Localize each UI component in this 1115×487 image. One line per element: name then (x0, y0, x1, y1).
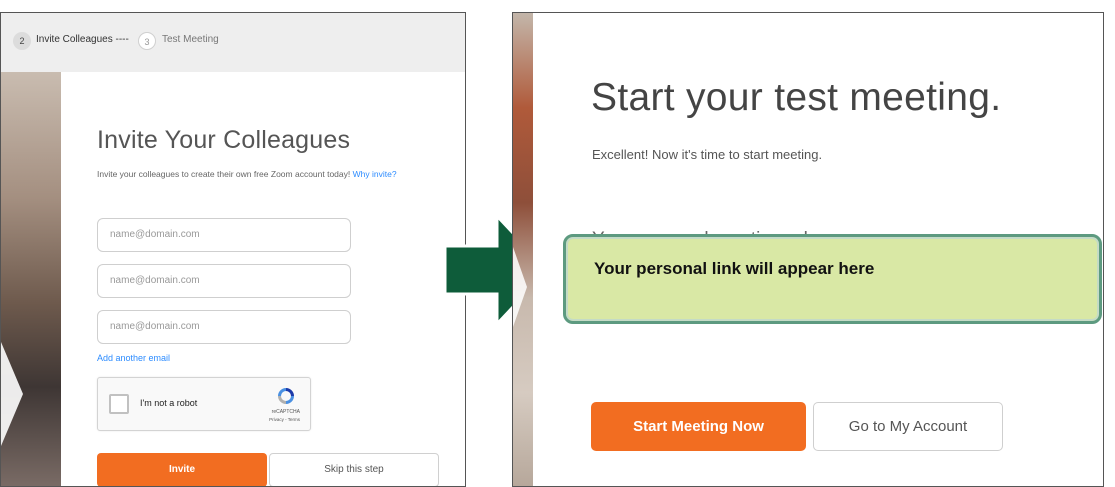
email-field-1[interactable]: name@domain.com (97, 218, 351, 252)
recaptcha-brand: reCAPTCHA (271, 409, 300, 415)
invite-subtitle: Invite your colleagues to create their o… (97, 169, 397, 179)
step-2-label: Invite Colleagues ---- (36, 34, 129, 45)
recaptcha-widget: I'm not a robot reCAPTCHA Privacy - Term… (97, 377, 311, 431)
step-3-number: 3 (138, 32, 156, 50)
recaptcha-checkbox[interactable] (109, 394, 129, 414)
play-shape-decoration (1, 342, 23, 446)
recaptcha-icon (278, 388, 294, 404)
go-to-account-button[interactable]: Go to My Account (813, 402, 1003, 451)
step-3-label: Test Meeting (162, 34, 219, 45)
background-photo (1, 72, 61, 486)
test-meeting-panel: Start your test meeting. Excellent! Now … (512, 12, 1104, 487)
personal-link-placeholder: Your personal link will appear here (594, 259, 875, 278)
step-2-number: 2 (13, 32, 31, 50)
email-field-2[interactable]: name@domain.com (97, 264, 351, 298)
invite-subtitle-text: Invite your colleagues to create their o… (97, 169, 351, 179)
invite-form-card: Invite Your Colleagues Invite your colle… (61, 72, 465, 486)
page-title: Invite Your Colleagues (97, 126, 351, 154)
skip-step-button[interactable]: Skip this step (269, 453, 439, 486)
email-field-3[interactable]: name@domain.com (97, 310, 351, 344)
invite-colleagues-panel: 2 Invite Colleagues ---- 3 Test Meeting … (0, 12, 466, 487)
test-subtitle: Excellent! Now it's time to start meetin… (592, 147, 823, 162)
play-shape-decoration (513, 247, 527, 327)
add-another-email-link[interactable]: Add another email (97, 353, 170, 363)
invite-button[interactable]: Invite (97, 453, 267, 486)
background-photo (513, 13, 533, 486)
why-invite-link[interactable]: Why invite? (353, 169, 397, 179)
recaptcha-label: I'm not a robot (140, 398, 198, 408)
page-title: Start your test meeting. (591, 76, 1002, 119)
recaptcha-terms-link[interactable]: Privacy - Terms (269, 417, 300, 422)
start-meeting-button[interactable]: Start Meeting Now (591, 402, 806, 451)
personal-link-callout: Your personal link will appear here (563, 234, 1102, 324)
steps-bar: 2 Invite Colleagues ---- 3 Test Meeting (1, 13, 465, 72)
